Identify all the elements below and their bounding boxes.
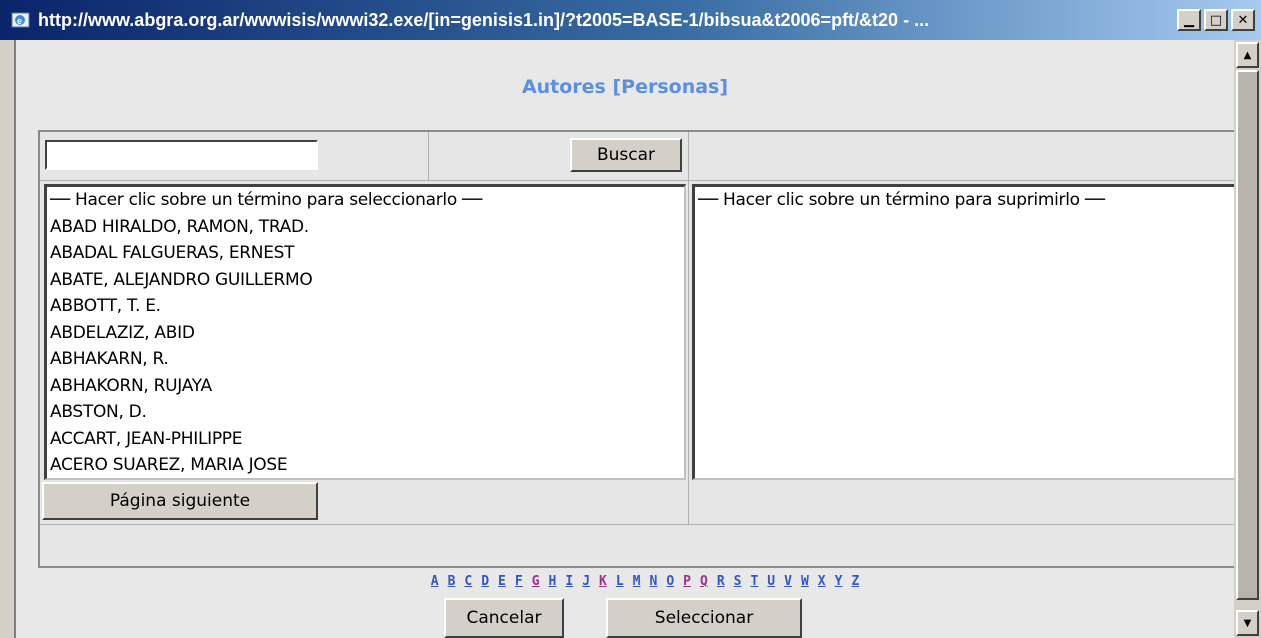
letter-link-u[interactable]: U [767,574,775,589]
minimize-icon: ▁ [1184,12,1194,28]
list-header: ── Hacer clic sobre un término para supr… [698,190,1105,210]
list-item[interactable]: ABAD HIRALDO, RAMON, TRAD. [47,214,684,241]
terms-listbox[interactable]: ── Hacer clic sobre un término para sele… [44,184,686,480]
letter-link-j[interactable]: J [582,574,590,589]
window-frame [0,40,16,638]
list-item[interactable]: ABBOTT, T. E. [47,293,684,320]
minimize-button[interactable]: ▁ [1177,9,1201,31]
letter-link-k[interactable]: K [599,574,607,589]
scroll-up-button[interactable]: ▲ [1236,42,1259,68]
letter-link-m[interactable]: M [633,574,641,589]
list-item[interactable]: ACCART, JEAN-PHILIPPE [47,426,684,453]
alphabet-index: ABCDEFGHIJKLMNOPQRSTUVWXYZ [40,574,1250,589]
list-item[interactable]: ABDELAZIZ, ABID [47,320,684,347]
select-button[interactable]: Seleccionar [606,598,802,638]
page-content: Autores [Personas] Buscar ── Hacer clic … [16,40,1252,638]
divider [40,524,1246,525]
letter-link-x[interactable]: X [818,574,826,589]
letter-link-l[interactable]: L [616,574,624,589]
vertical-scrollbar[interactable]: ▲ ▼ [1234,40,1261,638]
letter-link-p[interactable]: P [683,574,691,589]
list-item[interactable]: ABSTON, D. [47,399,684,426]
window-title: http://www.abgra.org.ar/wwwisis/wwwi32.e… [38,9,930,30]
list-header: ── Hacer clic sobre un término para sele… [50,190,482,210]
letter-link-b[interactable]: B [448,574,456,589]
divider [688,132,689,524]
letter-link-s[interactable]: S [734,574,742,589]
divider [40,180,1246,181]
list-item[interactable]: ACERO SUAREZ, MARIA JOSE [47,452,684,478]
letter-link-y[interactable]: Y [835,574,843,589]
list-item[interactable]: ABHAKORN, RUJAYA [47,373,684,400]
divider [428,132,429,180]
letter-link-e[interactable]: E [498,574,506,589]
page-title: Autores [Personas] [521,76,729,98]
scroll-down-button[interactable]: ▼ [1236,610,1259,636]
search-input[interactable] [45,140,318,170]
letter-link-c[interactable]: C [464,574,472,589]
letter-link-h[interactable]: H [549,574,557,589]
cancel-button[interactable]: Cancelar [444,598,564,638]
letter-link-d[interactable]: D [481,574,489,589]
letter-link-z[interactable]: Z [851,574,859,589]
browser-icon: e [10,9,32,31]
arrow-up-icon: ▲ [1243,49,1252,61]
list-item[interactable]: ABATE, ALEJANDRO GUILLERMO [47,267,684,294]
letter-link-i[interactable]: I [565,574,573,589]
selection-panel: Buscar ── Hacer clic sobre un término pa… [38,130,1252,589]
list-item[interactable]: ABADAL FALGUERAS, ERNEST [47,240,684,267]
close-icon: ✕ [1237,12,1249,28]
letter-link-n[interactable]: N [650,574,658,589]
window-title-bar[interactable]: e http://www.abgra.org.ar/wwwisis/wwwi32… [0,0,1261,40]
svg-text:e: e [17,16,22,26]
letter-link-a[interactable]: A [431,574,439,589]
selected-terms-listbox[interactable]: ── Hacer clic sobre un término para supr… [692,184,1252,480]
letter-link-o[interactable]: O [666,574,674,589]
letter-link-q[interactable]: Q [700,574,708,589]
scroll-thumb[interactable] [1236,70,1259,600]
search-button[interactable]: Buscar [570,138,682,172]
list-item[interactable]: ABHAKARN, R. [47,346,684,373]
letter-link-w[interactable]: W [801,574,809,589]
letter-link-f[interactable]: F [515,574,523,589]
maximize-icon: □ [1209,12,1223,28]
next-page-button[interactable]: Página siguiente [42,482,318,520]
letter-link-r[interactable]: R [717,574,725,589]
letter-link-g[interactable]: G [532,574,540,589]
letter-link-t[interactable]: T [750,574,758,589]
maximize-button[interactable]: □ [1204,9,1228,31]
letter-link-v[interactable]: V [784,574,792,589]
close-button[interactable]: ✕ [1231,9,1255,31]
arrow-down-icon: ▼ [1243,617,1252,629]
